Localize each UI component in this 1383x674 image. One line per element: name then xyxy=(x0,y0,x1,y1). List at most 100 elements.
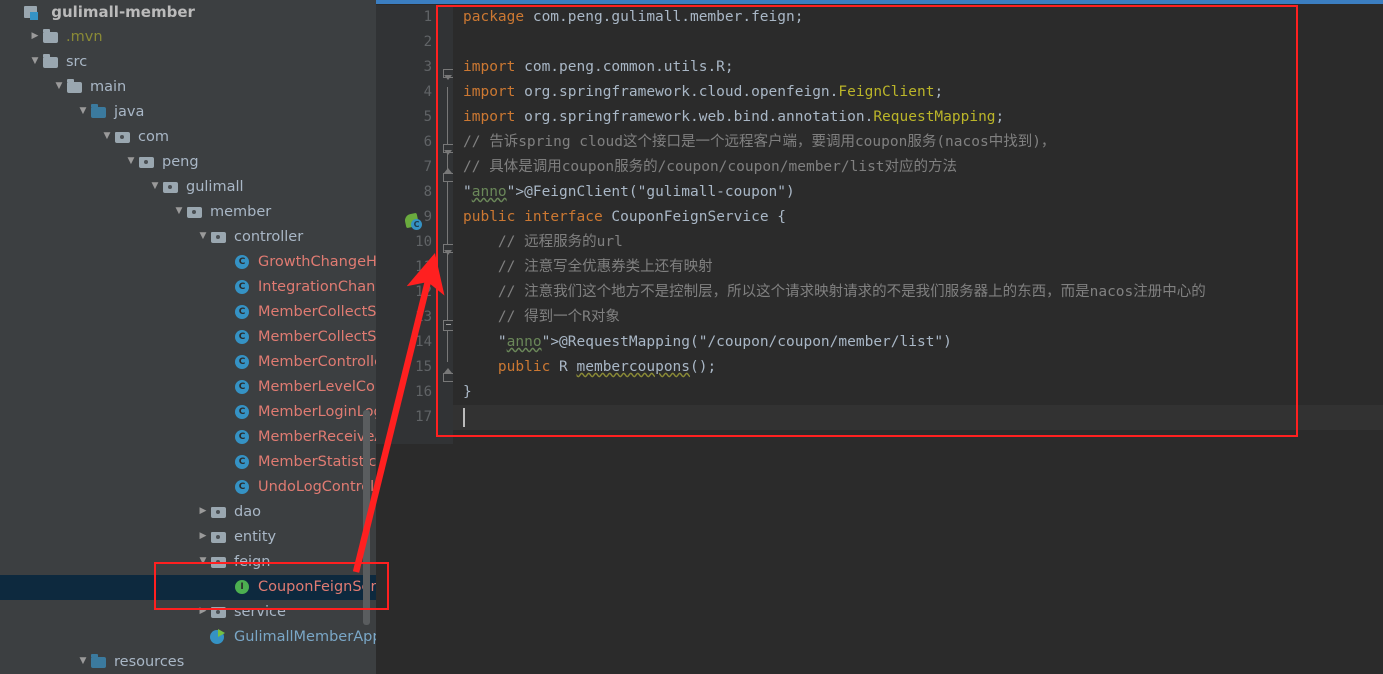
code-line[interactable]: import com.peng.common.utils.R; xyxy=(463,55,734,80)
chevron-down-icon[interactable] xyxy=(172,199,186,224)
chevron-down-icon[interactable] xyxy=(196,224,210,249)
tree-item-memberstatisticsinfocontroller[interactable]: MemberStatisticsInfoController xyxy=(0,450,376,475)
code-line[interactable]: import org.springframework.cloud.openfei… xyxy=(463,80,943,105)
tree-item-memberlevelcontroller[interactable]: MemberLevelController xyxy=(0,375,376,400)
tree-item-gulimall[interactable]: gulimall xyxy=(0,175,376,200)
line-number: 16 xyxy=(415,384,432,400)
code-text-area[interactable]: package com.peng.gulimall.member.feign; i… xyxy=(453,5,1383,444)
spring-bean-icon[interactable]: C xyxy=(403,212,423,231)
code-line[interactable]: // 得到一个R对象 xyxy=(463,305,620,330)
package-icon xyxy=(114,129,133,145)
tree-item-membercollectspucontroller[interactable]: MemberCollectSpuController xyxy=(0,300,376,325)
tree-item-label: GulimallMemberApplication xyxy=(234,629,376,645)
tree-item-resources[interactable]: resources xyxy=(0,650,376,674)
module-label: gulimall-member xyxy=(51,3,195,21)
java-class-icon xyxy=(234,279,253,295)
fold-marker-method[interactable] xyxy=(442,312,454,337)
java-class-icon xyxy=(234,479,253,495)
tree-item-src[interactable]: src xyxy=(0,50,376,75)
code-line[interactable]: "anno">@RequestMapping("/coupon/coupon/m… xyxy=(463,330,952,355)
chevron-down-icon[interactable] xyxy=(76,649,90,674)
line-number: 13 xyxy=(415,309,432,325)
code-line[interactable]: import org.springframework.web.bind.anno… xyxy=(463,105,1004,130)
module-icon xyxy=(23,4,42,20)
fold-marker-comment[interactable] xyxy=(442,137,454,162)
chevron-down-icon[interactable] xyxy=(196,549,210,574)
tree-item-gulimallmemberapplication[interactable]: GulimallMemberApplication xyxy=(0,625,376,650)
chevron-right-icon[interactable] xyxy=(196,599,210,624)
chevron-right-icon[interactable] xyxy=(196,524,210,549)
project-tool-window[interactable]: gulimall-member .mvn src main java com peng gu… xyxy=(0,0,376,674)
editor-gutter[interactable]: 1 2 3 4 5 6 7 8 9 10 11 12 13 14 15 16 17 C xyxy=(376,5,442,444)
tree-item-memberreceiveaddresscontroller[interactable]: MemberReceiveAddressController xyxy=(0,425,376,450)
line-number: 5 xyxy=(423,109,432,125)
tree-row-module[interactable]: gulimall-member xyxy=(0,0,376,25)
tree-item-label: main xyxy=(90,79,127,95)
tree-item-dao[interactable]: dao xyxy=(0,500,376,525)
code-editor[interactable]: 1 2 3 4 5 6 7 8 9 10 11 12 13 14 15 16 17 C package com.… xyxy=(376,0,1383,674)
fold-marker-body[interactable] xyxy=(442,237,454,262)
chevron-right-icon[interactable] xyxy=(28,24,42,49)
project-tree-scrollbar[interactable] xyxy=(363,410,370,625)
line-number: 6 xyxy=(423,134,432,150)
code-line[interactable]: // 远程服务的url xyxy=(463,230,623,255)
line-number: 14 xyxy=(415,334,432,350)
line-number: 15 xyxy=(415,359,432,375)
tree-item-label: MemberReceiveAddressController xyxy=(258,429,376,445)
line-number: 7 xyxy=(423,159,432,175)
fold-marker-imports[interactable] xyxy=(442,62,454,87)
code-line[interactable]: // 具体是调用coupon服务的/coupon/coupon/member/l… xyxy=(463,155,957,180)
tree-item-peng[interactable]: peng xyxy=(0,150,376,175)
ide-window: gulimall-member .mvn src main java com peng gu… xyxy=(0,0,1383,674)
tree-item-label: entity xyxy=(234,529,277,545)
java-class-icon xyxy=(234,429,253,445)
tree-item-entity[interactable]: entity xyxy=(0,525,376,550)
code-line[interactable]: "anno">@FeignClient("gulimall-coupon") xyxy=(463,180,795,205)
spring-boot-app-icon xyxy=(210,628,229,645)
tree-item-label: gulimall xyxy=(186,179,244,195)
tree-item-memberloginlogcontroller[interactable]: MemberLoginLogController xyxy=(0,400,376,425)
package-icon xyxy=(138,154,157,170)
tree-item-couponfeignservice[interactable]: CouponFeignService xyxy=(0,575,376,600)
chevron-down-icon[interactable] xyxy=(52,74,66,99)
tree-item-label: MemberController xyxy=(258,354,376,370)
code-folding-strip[interactable] xyxy=(442,5,454,444)
current-line-highlight xyxy=(453,405,1383,430)
tree-item-membercontroller[interactable]: MemberController xyxy=(0,350,376,375)
code-line[interactable]: public interface CouponFeignService { xyxy=(463,205,786,230)
code-line[interactable]: package com.peng.gulimall.member.feign; xyxy=(463,5,803,30)
code-line[interactable]: public R membercoupons(); xyxy=(463,355,716,380)
fold-marker-comment-end[interactable] xyxy=(442,162,454,187)
tree-item-java[interactable]: java xyxy=(0,100,376,125)
tree-item-feign[interactable]: feign xyxy=(0,550,376,575)
chevron-down-icon[interactable] xyxy=(100,124,114,149)
chevron-down-icon[interactable] xyxy=(76,99,90,124)
chevron-down-icon[interactable] xyxy=(124,149,138,174)
code-line[interactable]: } xyxy=(463,380,472,405)
chevron-down-icon[interactable] xyxy=(28,49,42,74)
chevron-down-icon[interactable] xyxy=(148,174,162,199)
tree-item-member[interactable]: member xyxy=(0,200,376,225)
code-line[interactable]: // 告诉spring cloud这个接口是一个远程客户端，要调用coupon服… xyxy=(463,130,1055,155)
tree-item-main[interactable]: main xyxy=(0,75,376,100)
tree-item-service[interactable]: service xyxy=(0,600,376,625)
tree-item-label: java xyxy=(114,104,145,120)
tree-item--mvn[interactable]: .mvn xyxy=(0,25,376,50)
line-number: 17 xyxy=(415,409,432,425)
tree-item-membercollectsubjectcontroller[interactable]: MemberCollectSubjectController xyxy=(0,325,376,350)
chevron-right-icon[interactable] xyxy=(196,499,210,524)
tree-item-label: UndoLogController xyxy=(258,479,376,495)
tree-item-label: IntegrationChangeHistoryController xyxy=(258,279,376,295)
tree-item-integrationchangehistorycontroller[interactable]: IntegrationChangeHistoryController xyxy=(0,275,376,300)
tree-item-com[interactable]: com xyxy=(0,125,376,150)
tree-item-undologcontroller[interactable]: UndoLogController xyxy=(0,475,376,500)
package-icon xyxy=(186,204,205,220)
tree-item-label: MemberStatisticsInfoController xyxy=(258,454,376,470)
tree-item-growthchangehistorycontroller[interactable]: GrowthChangeHistoryController xyxy=(0,250,376,275)
tree-item-label: MemberLevelController xyxy=(258,379,376,395)
editor-empty-area[interactable] xyxy=(376,444,1383,674)
tree-item-controller[interactable]: controller xyxy=(0,225,376,250)
fold-marker-imports-end[interactable] xyxy=(442,362,454,387)
code-line[interactable]: // 注意写全优惠券类上还有映射 xyxy=(463,255,713,280)
code-line[interactable]: // 注意我们这个地方不是控制层，所以这个请求映射请求的不是我们服务器上的东西，… xyxy=(463,280,1206,305)
